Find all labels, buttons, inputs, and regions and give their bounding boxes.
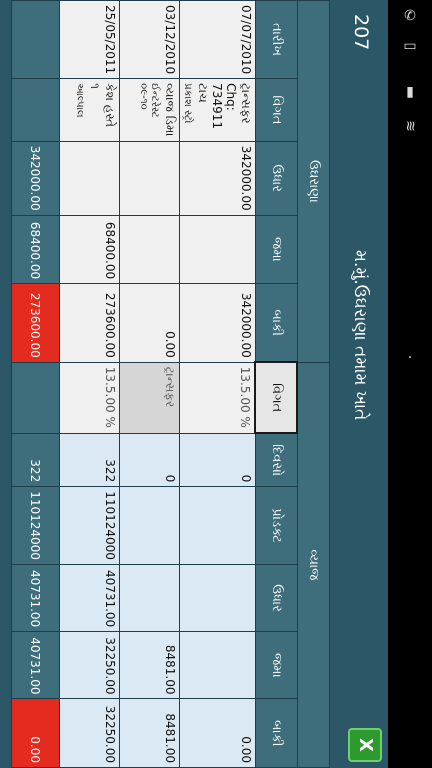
group-header-uthrana: ઉઘરાણા (297, 0, 330, 363)
cell-days: 322 (59, 433, 120, 487)
cell-date: 25/05/2011 (59, 0, 120, 79)
cell-product: 110124000 (59, 486, 120, 565)
cell-balance: 342000.00 (179, 283, 256, 363)
total-debit: 342000.00 (11, 141, 60, 216)
table-row[interactable]: 03/12/2010 વ્યાજ ડિમા ઈન્ટરેસ્ટ ૦૯-૧૦ 0.… (119, 0, 180, 768)
cell-credit (179, 215, 256, 284)
col-header-int-balance[interactable]: બાકી (255, 698, 298, 768)
cell-int-detail: 13.5.00 % (179, 362, 256, 434)
wifi-icon: ≋ (402, 120, 418, 132)
ledger-screen: 207 મ.મું.ઉઘરાણા તમામ ખાતે X ઉઘરાણા વ્યા… (0, 0, 388, 768)
cell-date: 07/07/2010 (179, 0, 256, 79)
col-header-debit[interactable]: ઉધાર (255, 141, 298, 216)
cell-date: 03/12/2010 (119, 0, 180, 79)
col-header-detail[interactable]: વિગત (255, 78, 298, 142)
cell-balance: 0.00 (119, 283, 180, 363)
cell-int-balance: 0.00 (179, 698, 256, 768)
cell-int-detail: 13.5.00 % (59, 362, 120, 434)
excel-export-button[interactable]: X (348, 728, 382, 762)
total-int-debit: 40731.00 (11, 564, 60, 632)
cell-debit (119, 141, 180, 216)
cell-int-debit: 40731.00 (59, 564, 120, 632)
cell-detail-main: કેશ હસ્તે ૧ (88, 83, 117, 128)
cell-int-balance: 8481.00 (119, 698, 180, 768)
col-header-int-detail[interactable]: વિગત (255, 362, 298, 434)
total-days: 322 (11, 433, 60, 487)
title-bar: 207 મ.મું.ઉઘરાણા તમામ ખાતે X (330, 0, 388, 768)
cell-credit (119, 215, 180, 284)
cell-balance: 273600.00 (59, 283, 120, 363)
cell-product (179, 486, 256, 565)
group-header-interest: વ્યાજ (297, 362, 330, 768)
cell-int-balance: 32250.00 (59, 698, 120, 768)
cell-detail-main: વ્યાજ ડિમા (163, 83, 177, 137)
col-header-product[interactable]: પ્રોડક્ટ (255, 486, 298, 565)
col-header-int-credit[interactable]: જમા (255, 631, 298, 699)
cell-int-credit (179, 631, 256, 699)
col-header-balance[interactable]: બાકી (255, 283, 298, 363)
col-header-date[interactable]: તારીખ (255, 0, 298, 79)
cell-detail-main: ટ્રાન્સફર Chq: 734911 ટાચ (196, 83, 253, 129)
total-int-credit: 40731.00 (11, 631, 60, 699)
ledger-table: ઉઘરાણા વ્યાજ તારીખ વિગત ઉધાર જમા બાકી વિ… (11, 0, 330, 768)
status-dot-icon: · (407, 350, 413, 366)
cell-detail: કેશ હસ્તે ૧ આલ્પાલ (59, 78, 120, 142)
cell-int-credit: 8481.00 (119, 631, 180, 699)
cell-debit (59, 141, 120, 216)
cell-int-debit (179, 564, 256, 632)
total-int-balance: 0.00 (11, 698, 60, 768)
total-int-detail (11, 362, 60, 434)
cell-days: 0 (119, 433, 180, 487)
cell-detail-sub: ઈન્ટરેસ્ટ ૦૯-૧૦ (138, 83, 160, 118)
table-row[interactable]: 07/07/2010 ટ્રાન્સફર Chq: 734911 ટાચ પ્ર… (179, 0, 256, 768)
cell-days: 0 (179, 433, 256, 487)
cell-product (119, 486, 180, 565)
cell-detail-sub: આલ્પાલ (74, 83, 85, 118)
col-header-int-debit[interactable]: ઉધાર (255, 564, 298, 632)
total-credit: 68400.00 (11, 215, 60, 284)
cell-detail: ટ્રાન્સફર Chq: 734911 ટાચ પ્રકાશ સ્ટ્રો (179, 78, 256, 142)
page-title: મ.મું.ઉઘરાણા તમામ ખાતે (350, 250, 370, 421)
totals-row: 342000.00 68400.00 273600.00 322 1101240… (11, 0, 60, 768)
signal-icon: ▮ (406, 84, 414, 100)
excel-icon: X (355, 738, 376, 752)
total-product: 110124000 (11, 486, 60, 565)
total-date (11, 0, 60, 79)
cell-detail-sub: પ્રકાશ સ્ટ્રો (182, 83, 193, 124)
cell-detail: વ્યાજ ડિમા ઈન્ટરેસ્ટ ૦૯-૧૦ (119, 78, 180, 142)
col-header-days[interactable]: દિવસો (255, 433, 298, 487)
cell-int-detail: ટ્રાન્સફર (119, 362, 180, 434)
battery-icon: ▭ (403, 38, 417, 54)
ledger-table-area: ઉઘરાણા વ્યાજ તારીખ વિગત ઉધાર જમા બાકી વિ… (0, 0, 330, 768)
total-balance: 273600.00 (11, 283, 60, 363)
cell-credit: 68400.00 (59, 215, 120, 284)
cell-debit: 342000.00 (179, 141, 256, 216)
table-row[interactable]: 25/05/2011 કેશ હસ્તે ૧ આલ્પાલ 68400.00 2… (59, 0, 120, 768)
phone-icon: ✆ (404, 8, 416, 24)
cell-int-debit (119, 564, 180, 632)
status-bar: ✆ · ≋ ▮ ▭ (388, 0, 432, 768)
record-count: 207 (350, 14, 372, 51)
total-detail (11, 78, 60, 142)
cell-int-credit: 32250.00 (59, 631, 120, 699)
col-header-credit[interactable]: જમા (255, 215, 298, 284)
